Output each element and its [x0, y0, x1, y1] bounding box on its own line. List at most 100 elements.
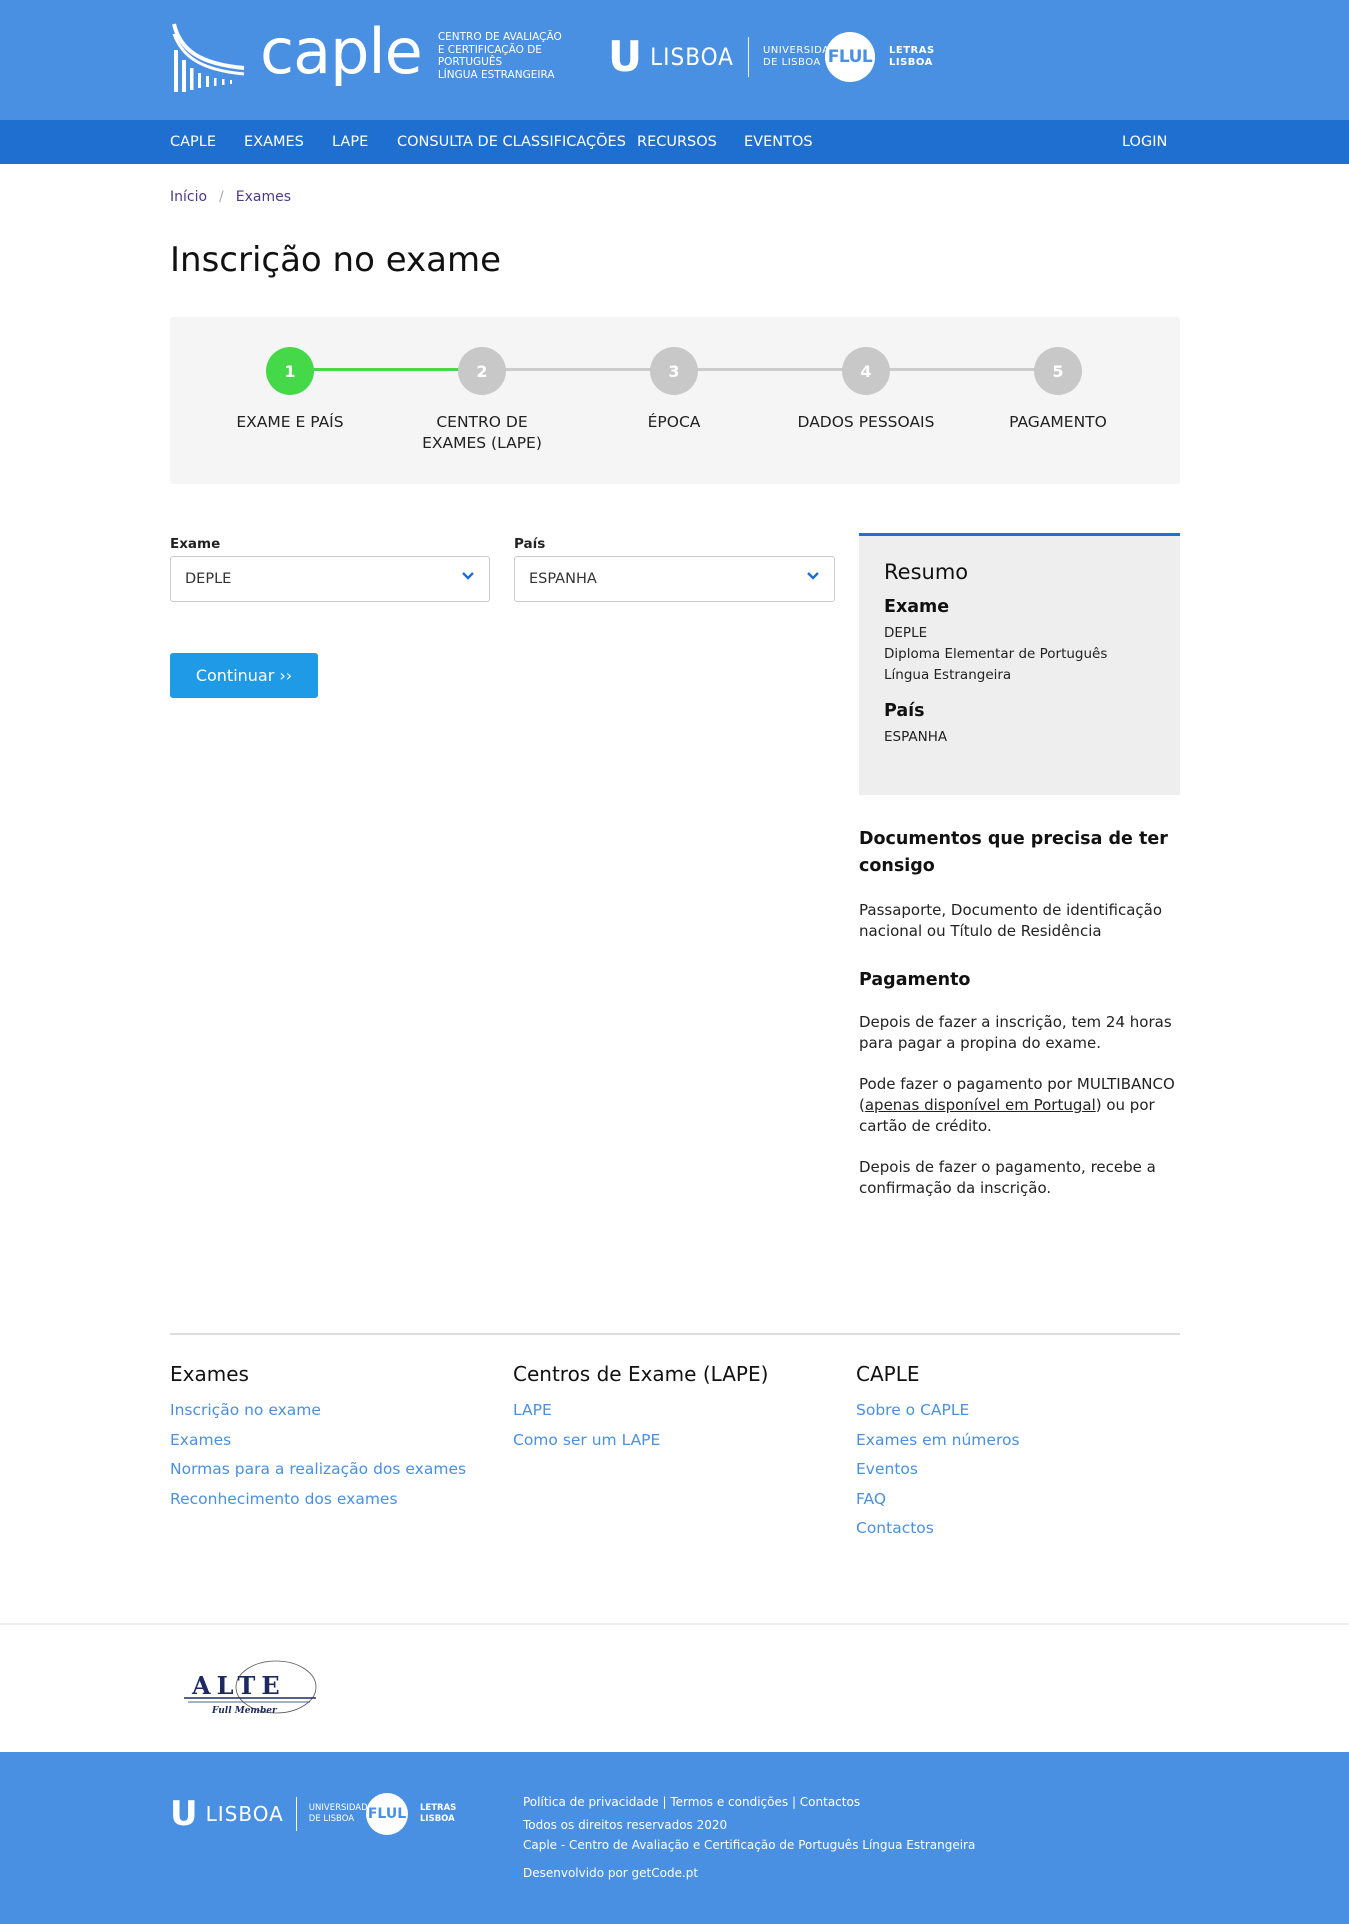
footer-link-ser-lape[interactable]: Como ser um LAPE — [513, 1426, 768, 1456]
summary-exame-code: DEPLE — [884, 625, 928, 641]
caple-logo[interactable]: caple Centro de Avaliação e Certificação… — [170, 20, 608, 92]
step-4-circle: 4 — [842, 347, 890, 395]
login-link[interactable]: LOGIN — [1122, 120, 1167, 164]
continue-button[interactable]: Continuar ›› — [170, 653, 318, 698]
rights-text: Todos os direitos reservados 2020 — [523, 1818, 728, 1832]
caple-subtitle: Centro de Avaliação e Certificação de Po… — [437, 31, 562, 81]
portugal-only-link[interactable]: apenas disponível em Portugal — [865, 1096, 1096, 1114]
exame-select[interactable]: DEPLE — [170, 556, 490, 602]
footer-link-contactos[interactable]: Contactos — [856, 1514, 1020, 1544]
summary-exame-heading: Exame — [884, 597, 950, 617]
breadcrumb: Início / Exames — [170, 189, 291, 205]
nav-item-eventos[interactable]: EVENTOS — [744, 120, 813, 164]
step-connector — [674, 368, 866, 371]
summary-title: Resumo — [884, 560, 969, 584]
flul-subtitle: Letras Lisboa — [420, 1803, 457, 1824]
footer-legal-links: Política de privacidade | Termos e condi… — [523, 1795, 861, 1809]
footer-col-caple: CAPLE Sobre o CAPLE Exames em números Ev… — [856, 1362, 1020, 1544]
footer-col-lape: Centros de Exame (LAPE) LAPE Como ser um… — [513, 1362, 768, 1455]
footer-link-sobre[interactable]: Sobre o CAPLE — [856, 1396, 1020, 1426]
flul-mark: FLUL — [825, 32, 875, 82]
site-header: caple Centro de Avaliação e Certificação… — [0, 0, 1349, 120]
nav-item-lape[interactable]: LAPE — [332, 120, 368, 164]
svg-text:Full Member: Full Member — [211, 1706, 278, 1716]
exame-label: Exame — [170, 536, 221, 552]
footer-col-title: Centros de Exame (LAPE) — [513, 1362, 769, 1386]
exame-select-value: DEPLE — [185, 571, 232, 587]
step-1-label: EXAME E PAÍS — [236, 413, 344, 431]
bottom-footer: U LISBOA Universidade de Lisboa FLUL Let… — [0, 1752, 1349, 1924]
logo-divider — [295, 1797, 297, 1831]
ulisboa-wordmark: LISBOA — [205, 1802, 284, 1826]
breadcrumb-separator: / — [219, 189, 224, 205]
footer-ulisboa-logo[interactable]: U LISBOA Universidade de Lisboa — [170, 1797, 373, 1831]
flul-mark: FLUL — [366, 1793, 408, 1835]
step-1-circle: 1 — [266, 347, 314, 395]
nav-item-exames[interactable]: EXAMES — [244, 120, 304, 164]
contacts-link[interactable]: Contactos — [800, 1795, 860, 1809]
step-connector — [290, 368, 482, 371]
nav-item-recursos[interactable]: RECURSOS — [637, 120, 717, 164]
caple-bridge-icon — [172, 23, 245, 92]
payment-text-3: Depois de fazer o pagamento, recebe a co… — [859, 1158, 1156, 1197]
footer-link-numeros[interactable]: Exames em números — [856, 1426, 1020, 1456]
svg-text:ALTE: ALTE — [191, 1671, 286, 1700]
payment-text-1: Depois de fazer a inscrição, tem 24 hora… — [859, 1013, 1172, 1052]
ulisboa-logo[interactable]: U LISBOA Universidade de Lisboa — [608, 36, 844, 78]
footer-link-inscricao[interactable]: Inscrição no exame — [170, 1396, 466, 1426]
ulisboa-u-mark: U — [170, 1794, 198, 1834]
footer-col-title: CAPLE — [856, 1362, 920, 1386]
nav-item-caple[interactable]: CAPLE — [170, 120, 216, 164]
footer-col-exames: Exames Inscrição no exame Exames Normas … — [170, 1362, 466, 1514]
summary-pais-value: ESPANHA — [884, 729, 948, 745]
footer-col-title: Exames — [170, 1362, 249, 1386]
info-panel: Documentos que precisa de ter consigo Pa… — [859, 826, 1180, 1199]
page-title: Inscrição no exame — [170, 240, 502, 280]
step-5-label: PAGAMENTO — [1009, 413, 1107, 431]
step-3-label: ÉPOCA — [647, 413, 701, 431]
footer-legal-text: Política de privacidade | Termos e condi… — [523, 1792, 975, 1883]
chevron-down-icon — [807, 572, 819, 580]
footer-link-reconhecimento[interactable]: Reconhecimento dos exames — [170, 1485, 466, 1515]
footer-link-normas[interactable]: Normas para a realização dos exames — [170, 1455, 466, 1485]
ulisboa-u-mark: U — [608, 32, 643, 81]
step-4-label: DADOS PESSOAIS — [797, 413, 935, 431]
privacy-link[interactable]: Política de privacidade — [523, 1795, 659, 1809]
developer-credit: Desenvolvido por getCode.pt — [523, 1866, 699, 1880]
footer-link-faq[interactable]: FAQ — [856, 1485, 1020, 1515]
footer-divider — [170, 1333, 1180, 1335]
step-2-label: CENTRO DE EXAMES (LAPE) — [422, 413, 542, 452]
pais-select[interactable]: ESPANHA — [514, 556, 835, 602]
caple-wordmark: caple — [260, 15, 423, 88]
summary-panel: Resumo Exame DEPLE Diploma Elementar de … — [859, 533, 1180, 795]
footer-link-lape[interactable]: LAPE — [513, 1396, 768, 1426]
footer-link-eventos[interactable]: Eventos — [856, 1455, 1020, 1485]
nav-item-consulta[interactable]: CONSULTA DE CLASSIFICAÇÕES — [397, 120, 626, 164]
flul-logo[interactable]: FLUL Letras Lisboa — [825, 32, 935, 82]
main-nav: CAPLE EXAMES LAPE CONSULTA DE CLASSIFICA… — [0, 120, 1349, 164]
terms-link[interactable]: Termos e condições — [670, 1795, 788, 1809]
payment-text-2: Pode fazer o pagamento por MULTIBANCO (a… — [859, 1075, 1175, 1135]
logo-divider — [747, 37, 749, 77]
step-2-circle: 2 — [458, 347, 506, 395]
summary-exame-name: Diploma Elementar de Português Língua Es… — [884, 646, 1108, 683]
ulisboa-subtitle: Universidade de Lisboa — [308, 1803, 374, 1824]
alte-logo[interactable]: ALTE Full Member — [180, 1650, 325, 1720]
org-text: Caple - Centro de Avaliação e Certificaç… — [523, 1838, 976, 1852]
payment-heading: Pagamento — [859, 970, 971, 990]
step-connector — [482, 368, 674, 371]
flul-subtitle: Letras Lisboa — [889, 45, 935, 68]
pais-label: País — [514, 536, 546, 552]
docs-text: Passaporte, Documento de identificação n… — [859, 901, 1163, 940]
footer-flul-logo[interactable]: FLUL Letras Lisboa — [366, 1793, 456, 1835]
breadcrumb-inicio[interactable]: Início — [170, 189, 207, 205]
footer-link-exames[interactable]: Exames — [170, 1426, 466, 1456]
breadcrumb-exames[interactable]: Exames — [236, 189, 291, 205]
docs-heading: Documentos que precisa de ter consigo — [859, 829, 1168, 876]
pais-select-value: ESPANHA — [529, 571, 597, 587]
chevron-down-icon — [462, 572, 474, 580]
registration-stepper: 1 2 3 4 5 EXAME E PAÍS CENTRO DE EXAMES … — [170, 317, 1180, 484]
step-3-circle: 3 — [650, 347, 698, 395]
summary-pais-heading: País — [884, 701, 925, 721]
alte-divider — [0, 1623, 1349, 1625]
